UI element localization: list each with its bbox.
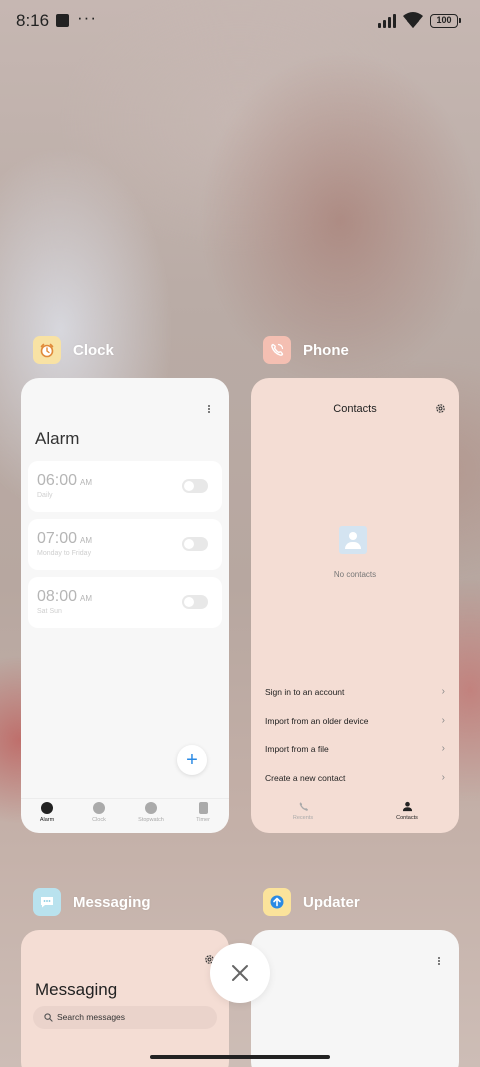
app-title-messaging: Messaging bbox=[73, 893, 151, 911]
tab-recents: Recents bbox=[251, 798, 355, 833]
messaging-app-card[interactable]: Messaging Search messages bbox=[21, 930, 229, 1067]
alarm-time: 07:00 bbox=[37, 530, 78, 547]
alarm-clock-icon bbox=[33, 336, 61, 364]
alarm-item: 08:00 AM Sat Sun bbox=[28, 577, 222, 628]
alarm-ampm: AM bbox=[80, 536, 93, 545]
tab-stopwatch: Stopwatch bbox=[125, 799, 177, 833]
signal-icon bbox=[378, 14, 400, 28]
add-alarm-icon: + bbox=[177, 745, 207, 775]
search-bar: Search messages bbox=[33, 1006, 217, 1029]
message-bubble-icon bbox=[33, 888, 61, 916]
action-create-contact: Create a new contact › bbox=[265, 772, 445, 783]
app-title-clock: Clock bbox=[73, 341, 114, 359]
chevron-right-icon: › bbox=[441, 743, 445, 754]
tab-label: Recents bbox=[292, 815, 314, 821]
hourglass-tab-icon bbox=[198, 802, 208, 814]
tab-label: Clock bbox=[92, 817, 106, 823]
app-title-updater: Updater bbox=[303, 893, 360, 911]
search-icon bbox=[44, 1013, 53, 1022]
action-label: Sign in to an account bbox=[265, 687, 345, 697]
action-import-file: Import from a file › bbox=[265, 743, 445, 754]
alarm-repeat: Monday to Friday bbox=[37, 550, 92, 557]
tab-alarm: Alarm bbox=[21, 799, 73, 833]
notification-icon bbox=[56, 14, 69, 27]
home-indicator[interactable] bbox=[150, 1055, 330, 1059]
battery-icon: 100 bbox=[430, 14, 461, 28]
person-tab-icon bbox=[402, 801, 412, 812]
more-options-icon bbox=[438, 956, 442, 966]
more-notifications-icon: ··· bbox=[77, 8, 97, 27]
page-title: Contacts bbox=[333, 403, 377, 415]
tab-label: Timer bbox=[196, 817, 210, 823]
chevron-right-icon: › bbox=[441, 772, 445, 783]
alarm-item: 06:00 AM Daily bbox=[28, 461, 222, 512]
phone-app-card[interactable]: Contacts No contacts Sign in to an accou… bbox=[251, 378, 459, 833]
empty-state-text: No contacts bbox=[333, 570, 377, 579]
action-label: Import from a file bbox=[265, 744, 329, 754]
action-sign-in: Sign in to an account › bbox=[265, 686, 445, 697]
handset-tab-icon bbox=[299, 802, 308, 811]
clock-app-card[interactable]: Alarm 06:00 AM Daily 07:00 AM Monday to Fr… bbox=[21, 378, 229, 833]
action-label: Import from an older device bbox=[265, 716, 369, 726]
clock-tab-bar: Alarm Clock Stopwatch Timer bbox=[21, 798, 229, 833]
alarm-repeat: Daily bbox=[37, 492, 53, 499]
app-header-clock[interactable]: Clock bbox=[33, 336, 114, 364]
chevron-right-icon: › bbox=[441, 686, 445, 697]
alarm-toggle bbox=[182, 479, 208, 493]
clock-tab-icon bbox=[93, 802, 105, 814]
tab-contacts: Contacts bbox=[355, 798, 459, 833]
alarm-ampm: AM bbox=[80, 594, 93, 603]
more-options-icon bbox=[208, 404, 212, 414]
tab-clock: Clock bbox=[73, 799, 125, 833]
alarm-time: 06:00 bbox=[37, 472, 78, 489]
action-import-older-device: Import from an older device › bbox=[265, 715, 445, 726]
close-icon bbox=[232, 965, 248, 981]
upload-arrow-icon bbox=[263, 888, 291, 916]
app-header-phone[interactable]: Phone bbox=[263, 336, 349, 364]
page-title: Messaging bbox=[35, 980, 118, 999]
phone-tab-bar: Recents Contacts bbox=[251, 798, 459, 833]
updater-app-card[interactable] bbox=[251, 930, 459, 1067]
clear-all-button[interactable] bbox=[210, 943, 270, 1003]
chevron-right-icon: › bbox=[441, 715, 445, 726]
contact-placeholder-icon bbox=[339, 526, 367, 554]
settings-icon bbox=[436, 404, 445, 413]
tab-timer: Timer bbox=[177, 799, 229, 833]
alarm-toggle bbox=[182, 595, 208, 609]
alarm-ampm: AM bbox=[80, 478, 93, 487]
app-title-phone: Phone bbox=[303, 341, 349, 359]
action-label: Create a new contact bbox=[265, 773, 346, 783]
tab-label: Contacts bbox=[396, 815, 418, 821]
stopwatch-tab-icon bbox=[145, 802, 157, 814]
alarm-toggle bbox=[182, 537, 208, 551]
page-title: Alarm bbox=[35, 429, 80, 448]
tab-label: Stopwatch bbox=[138, 817, 164, 823]
alarm-repeat: Sat Sun bbox=[37, 608, 62, 615]
wifi-icon bbox=[403, 12, 423, 28]
app-header-updater[interactable]: Updater bbox=[263, 888, 360, 916]
tab-label: Alarm bbox=[39, 817, 55, 823]
status-time: 8:16 bbox=[16, 11, 50, 30]
alarm-item: 07:00 AM Monday to Friday bbox=[28, 519, 222, 570]
alarm-tab-icon bbox=[41, 802, 53, 814]
alarm-time: 08:00 bbox=[37, 588, 78, 605]
search-placeholder: Search messages bbox=[57, 1012, 126, 1022]
app-header-messaging[interactable]: Messaging bbox=[33, 888, 151, 916]
status-bar: 8:16 ··· 100 bbox=[0, 0, 480, 44]
phone-icon bbox=[263, 336, 291, 364]
